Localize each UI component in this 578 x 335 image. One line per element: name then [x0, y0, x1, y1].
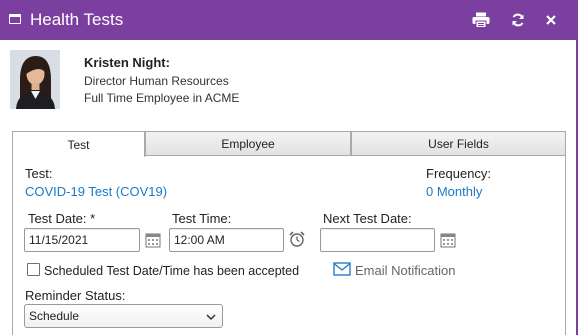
- tab-employee[interactable]: Employee: [145, 131, 351, 156]
- chevron-down-icon: [206, 311, 216, 321]
- next-test-date-input[interactable]: [320, 228, 435, 252]
- close-icon[interactable]: [541, 11, 561, 29]
- tab-bar: Test Employee User Fields: [12, 131, 566, 157]
- test-date-label: Test Date: *: [28, 211, 96, 226]
- calendar-icon[interactable]: [145, 232, 161, 248]
- refresh-icon[interactable]: [508, 11, 528, 29]
- reminder-status-select[interactable]: Schedule: [24, 304, 223, 328]
- email-notification-link[interactable]: Email Notification: [355, 263, 455, 278]
- employee-name: Kristen Night:: [84, 55, 170, 70]
- title-bar: Health Tests: [0, 0, 578, 40]
- calendar-icon[interactable]: [440, 232, 456, 248]
- accepted-checkbox-label[interactable]: Scheduled Test Date/Time has been accept…: [44, 264, 299, 278]
- test-time-input[interactable]: [169, 228, 284, 252]
- tab-test[interactable]: Test: [12, 131, 145, 157]
- print-icon[interactable]: [471, 11, 491, 29]
- accepted-checkbox[interactable]: [27, 263, 40, 276]
- reminder-status-value: Schedule: [29, 309, 80, 323]
- frequency-link[interactable]: 0 Monthly: [426, 184, 482, 199]
- window-title: Health Tests: [30, 10, 124, 29]
- window-icon: [9, 14, 21, 24]
- test-link[interactable]: COVID-19 Test (COV19): [25, 184, 167, 199]
- reminder-status-label: Reminder Status:: [25, 288, 126, 303]
- next-test-date-label: Next Test Date:: [323, 211, 412, 226]
- employee-status: Full Time Employee in ACME: [84, 91, 240, 105]
- alarm-clock-icon[interactable]: [288, 230, 306, 248]
- test-date-input[interactable]: [24, 228, 140, 252]
- tab-user-fields[interactable]: User Fields: [351, 131, 566, 156]
- employee-title: Director Human Resources: [84, 74, 229, 88]
- test-label: Test:: [25, 166, 53, 181]
- frequency-label: Frequency:: [426, 166, 492, 181]
- mail-icon[interactable]: [333, 262, 351, 276]
- test-time-label: Test Time:: [172, 211, 232, 226]
- avatar: [10, 50, 60, 109]
